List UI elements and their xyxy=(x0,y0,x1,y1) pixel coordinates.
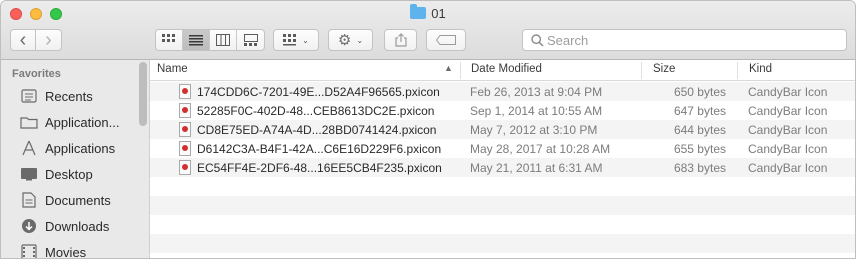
pxicon-file-icon xyxy=(179,160,191,175)
column-divider[interactable] xyxy=(641,62,642,79)
chevron-left-icon: ‹ xyxy=(19,29,27,51)
back-button[interactable]: ‹ xyxy=(10,29,36,51)
chevron-down-icon: ⌄ xyxy=(302,35,309,45)
table-row[interactable]: EC54FF4E-2DF6-48...16EE5CB4F235.pxicon M… xyxy=(150,158,855,177)
column-divider[interactable] xyxy=(737,62,738,79)
desktop-icon xyxy=(20,166,38,182)
sidebar-item-downloads[interactable]: Downloads xyxy=(1,214,139,238)
action-button[interactable]: ⚙ ⌄ xyxy=(328,29,373,51)
sidebar-item-applications[interactable]: Applications xyxy=(1,136,139,160)
icon-view-icon xyxy=(162,34,175,42)
search-input[interactable] xyxy=(547,32,837,48)
forward-button[interactable]: › xyxy=(35,29,62,51)
sidebar-item-desktop[interactable]: Desktop xyxy=(1,162,139,186)
pxicon-file-icon xyxy=(179,103,191,118)
column-divider[interactable] xyxy=(460,62,461,79)
table-row[interactable]: D6142C3A-B4F1-42A...C6E16D229F6.pxicon M… xyxy=(150,139,855,158)
folder-icon xyxy=(410,4,427,19)
empty-row xyxy=(150,177,855,196)
tag-icon xyxy=(436,35,456,45)
file-date-modified: May 21, 2011 at 6:31 AM xyxy=(470,161,603,175)
chevron-right-icon: › xyxy=(45,29,52,51)
pxicon-file-icon xyxy=(179,122,191,137)
column-header-kind[interactable]: Kind xyxy=(749,63,772,75)
documents-icon xyxy=(20,192,38,208)
sidebar-item-label: Documents xyxy=(45,192,111,208)
recents-icon xyxy=(20,88,38,104)
column-header-date-modified[interactable]: Date Modified xyxy=(471,63,542,75)
view-mode-segmented-control xyxy=(155,29,265,51)
file-name: EC54FF4E-2DF6-48...16EE5CB4F235.pxicon xyxy=(197,161,442,175)
movies-icon xyxy=(20,244,38,258)
column-view-button[interactable] xyxy=(210,30,237,50)
applications-icon xyxy=(20,140,38,156)
sidebar-item-recents[interactable]: Recents xyxy=(1,84,139,108)
chevron-down-icon: ⌄ xyxy=(356,35,364,45)
table-row[interactable]: 174CDD6C-7201-49E...D52A4F96565.pxicon F… xyxy=(150,82,855,101)
file-kind: CandyBar Icon xyxy=(748,85,828,99)
file-kind: CandyBar Icon xyxy=(748,142,828,156)
gallery-view-icon xyxy=(243,34,258,46)
column-header-size[interactable]: Size xyxy=(653,63,675,75)
group-by-button[interactable]: ⌄ xyxy=(273,29,319,51)
pxicon-file-icon xyxy=(179,84,191,99)
pxicon-file-icon xyxy=(179,141,191,156)
file-kind: CandyBar Icon xyxy=(748,104,828,118)
file-size: 650 bytes xyxy=(673,85,726,99)
file-kind: CandyBar Icon xyxy=(748,123,828,137)
file-name: D6142C3A-B4F1-42A...C6E16D229F6.pxicon xyxy=(197,142,442,156)
file-name: CD8E75ED-A74A-4D...28BD0741424.pxicon xyxy=(197,123,437,137)
file-size: 683 bytes xyxy=(673,161,726,175)
file-kind: CandyBar Icon xyxy=(748,161,828,175)
file-date-modified: May 7, 2012 at 3:10 PM xyxy=(470,123,598,137)
file-size: 655 bytes xyxy=(673,142,726,156)
file-date-modified: May 28, 2017 at 10:28 AM xyxy=(470,142,611,156)
search-field[interactable] xyxy=(522,29,847,51)
window-title: 01 xyxy=(1,4,855,24)
tag-button[interactable] xyxy=(426,29,466,51)
file-list: Name ▲ Date Modified Size Kind 174CDD6C-… xyxy=(150,60,855,258)
sidebar-item-label: Application... xyxy=(45,114,120,130)
folder-icon xyxy=(20,114,38,130)
table-row[interactable]: 52285F0C-402D-48...CEB8613DC2E.pxicon Se… xyxy=(150,101,855,120)
file-name: 52285F0C-402D-48...CEB8613DC2E.pxicon xyxy=(197,104,435,118)
file-size: 644 bytes xyxy=(673,123,726,137)
sort-ascending-icon: ▲ xyxy=(444,63,453,73)
sidebar-item-documents[interactable]: Documents xyxy=(1,188,139,212)
empty-row xyxy=(150,234,855,253)
empty-row xyxy=(150,215,855,234)
sidebar-item-label: Desktop xyxy=(45,166,93,182)
column-header-row: Name ▲ Date Modified Size Kind xyxy=(150,60,855,81)
column-view-icon xyxy=(216,34,230,46)
sidebar-item-label: Movies xyxy=(45,244,87,259)
icon-view-button[interactable] xyxy=(156,30,183,50)
list-view-button[interactable] xyxy=(183,30,210,50)
file-date-modified: Sep 1, 2014 at 10:55 AM xyxy=(470,104,603,118)
share-icon xyxy=(394,33,407,47)
downloads-icon xyxy=(20,218,38,234)
sidebar-scrollbar[interactable] xyxy=(139,62,147,126)
search-icon xyxy=(531,34,544,47)
toolbar: 01 ‹ › ⌄ ⚙ ⌄ xyxy=(1,1,855,60)
window-title-text: 01 xyxy=(431,6,446,21)
file-size: 647 bytes xyxy=(673,104,726,118)
column-header-name[interactable]: Name xyxy=(157,63,188,75)
sidebar-item-label: Downloads xyxy=(45,218,110,234)
sidebar-item-application-support[interactable]: Application... xyxy=(1,110,139,134)
file-date-modified: Feb 26, 2013 at 9:04 PM xyxy=(470,85,603,99)
share-button[interactable] xyxy=(384,29,417,51)
sidebar-item-label: Applications xyxy=(45,140,116,156)
table-row[interactable]: CD8E75ED-A74A-4D...28BD0741424.pxicon Ma… xyxy=(150,120,855,139)
sidebar-item-label: Recents xyxy=(45,88,93,104)
sidebar-heading-favorites: Favorites xyxy=(12,68,61,80)
sidebar-item-movies[interactable]: Movies xyxy=(1,240,139,259)
sidebar: Favorites Recents Application... Applica… xyxy=(1,60,150,259)
finder-window: 01 ‹ › ⌄ ⚙ ⌄ Search Favorites Recents Ap… xyxy=(0,0,856,259)
gear-icon: ⚙ xyxy=(337,32,352,49)
list-view-icon xyxy=(189,35,203,46)
empty-row xyxy=(150,196,855,215)
group-icon xyxy=(283,34,297,46)
gallery-view-button[interactable] xyxy=(237,30,264,50)
file-name: 174CDD6C-7201-49E...D52A4F96565.pxicon xyxy=(197,85,440,99)
